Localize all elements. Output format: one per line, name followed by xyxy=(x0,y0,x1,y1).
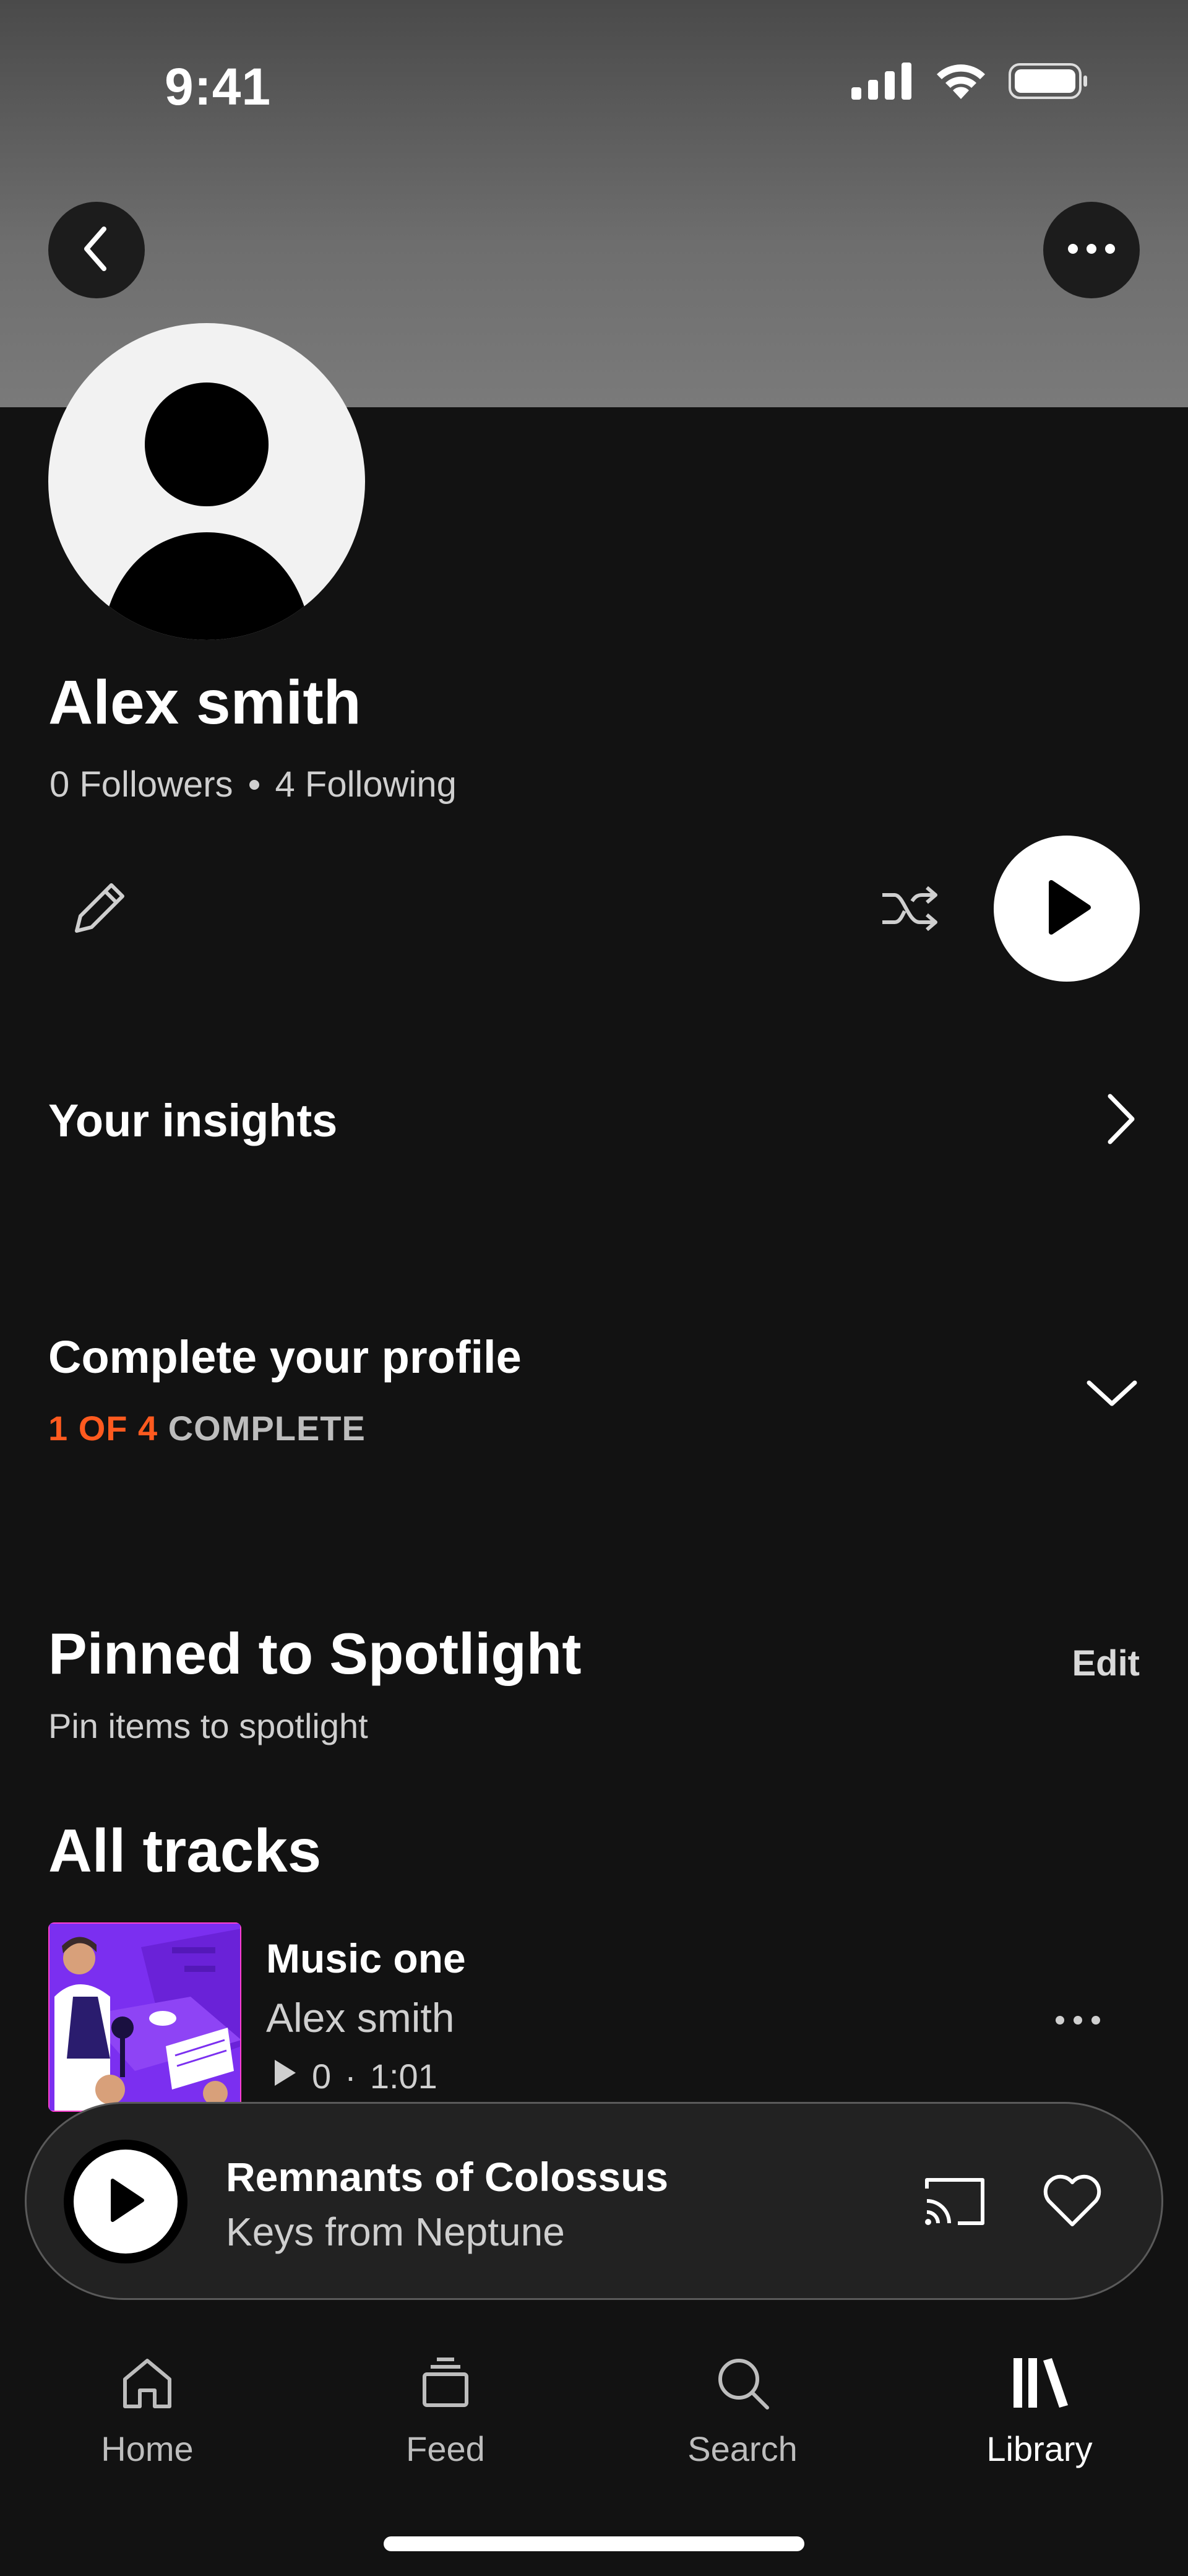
following-count[interactable]: 4 Following xyxy=(275,764,457,805)
profile-name: Alex smith xyxy=(48,668,361,737)
mini-player-title: Remnants of Colossus xyxy=(226,2154,669,2200)
cellular-signal-icon xyxy=(851,63,913,103)
track-title: Music one xyxy=(266,1935,466,1981)
insights-row[interactable]: Your insights xyxy=(48,1089,1140,1151)
wifi-icon xyxy=(934,62,988,103)
tab-library[interactable]: Library xyxy=(947,2340,1132,2500)
all-tracks-title: All tracks xyxy=(48,1817,322,1885)
followers-count[interactable]: 0 Followers xyxy=(50,764,233,805)
track-artist: Alex smith xyxy=(266,1995,455,2041)
mini-player-artist: Keys from Neptune xyxy=(226,2210,565,2254)
mini-player[interactable]: Remnants of Colossus Keys from Neptune xyxy=(25,2102,1163,2300)
status-time: 9:41 xyxy=(165,58,272,116)
tab-library-label: Library xyxy=(986,2429,1093,2468)
like-button[interactable] xyxy=(1029,2166,1116,2240)
library-icon xyxy=(1009,2340,1070,2426)
more-horizontal-icon xyxy=(1054,2015,1101,2029)
chevron-down-icon xyxy=(1084,1374,1140,1414)
profile-progress: 1 OF 4 COMPLETE xyxy=(48,1408,522,1448)
track-meta-separator: · xyxy=(345,2057,356,2096)
spotlight-edit-button[interactable]: Edit xyxy=(1072,1643,1140,1684)
play-icon xyxy=(104,2176,147,2228)
spotlight-section: Pinned to Spotlight Pin items to spotlig… xyxy=(48,1620,1140,1746)
separator-dot xyxy=(249,779,259,790)
spotlight-subtitle: Pin items to spotlight xyxy=(48,1706,368,1745)
spotlight-text: Pinned to Spotlight Pin items to spotlig… xyxy=(48,1620,582,1746)
track-row[interactable]: Music one Alex smith 0 · 1:01 xyxy=(48,1922,1140,2112)
play-icon xyxy=(1039,876,1095,941)
tab-search[interactable]: Search xyxy=(650,2340,835,2500)
insights-label: Your insights xyxy=(48,1094,338,1146)
cast-button[interactable] xyxy=(905,2166,1004,2240)
play-all-button[interactable] xyxy=(994,836,1140,982)
shuffle-button[interactable] xyxy=(872,873,947,947)
progress-status: COMPLETE xyxy=(168,1409,366,1448)
edit-profile-button[interactable] xyxy=(62,873,136,947)
track-duration: 1:01 xyxy=(369,2057,437,2096)
shuffle-icon xyxy=(879,884,940,936)
status-icons xyxy=(851,62,1089,103)
tab-home[interactable]: Home xyxy=(54,2340,240,2500)
back-button[interactable] xyxy=(48,202,145,298)
track-meta: 0 · 1:01 xyxy=(271,2056,437,2096)
heart-icon xyxy=(1041,2174,1103,2232)
avatar[interactable] xyxy=(48,323,365,640)
track-more-button[interactable] xyxy=(1041,1990,1115,2052)
tab-search-label: Search xyxy=(687,2429,798,2468)
chevron-right-icon xyxy=(1103,1091,1140,1150)
more-horizontal-icon xyxy=(1067,243,1116,258)
tab-feed-label: Feed xyxy=(406,2429,485,2468)
play-count-icon xyxy=(271,2056,298,2096)
progress-count: 1 OF 4 xyxy=(48,1409,158,1448)
track-artwork xyxy=(48,1922,241,2112)
mini-player-play-button[interactable] xyxy=(64,2140,187,2263)
track-plays: 0 xyxy=(312,2057,332,2096)
home-indicator xyxy=(384,2536,804,2551)
search-icon xyxy=(712,2340,773,2426)
complete-profile-text: Complete your profile 1 OF 4 COMPLETE xyxy=(48,1331,522,1448)
cast-icon xyxy=(921,2174,989,2232)
tab-home-label: Home xyxy=(101,2429,194,2468)
tab-feed[interactable]: Feed xyxy=(353,2340,538,2500)
chevron-left-icon xyxy=(78,224,115,277)
battery-icon xyxy=(1009,62,1089,103)
more-options-button[interactable] xyxy=(1043,202,1140,298)
status-bar: 9:41 xyxy=(0,0,1188,124)
pencil-icon xyxy=(68,878,130,943)
feed-icon xyxy=(415,2340,476,2426)
home-icon xyxy=(116,2340,178,2426)
spotlight-title: Pinned to Spotlight xyxy=(48,1621,582,1686)
follow-stats: 0 Followers 4 Following xyxy=(50,764,457,805)
user-silhouette-icon xyxy=(101,383,312,640)
complete-profile-label: Complete your profile xyxy=(48,1331,522,1383)
complete-profile-row[interactable]: Complete your profile 1 OF 4 COMPLETE xyxy=(48,1331,1140,1448)
